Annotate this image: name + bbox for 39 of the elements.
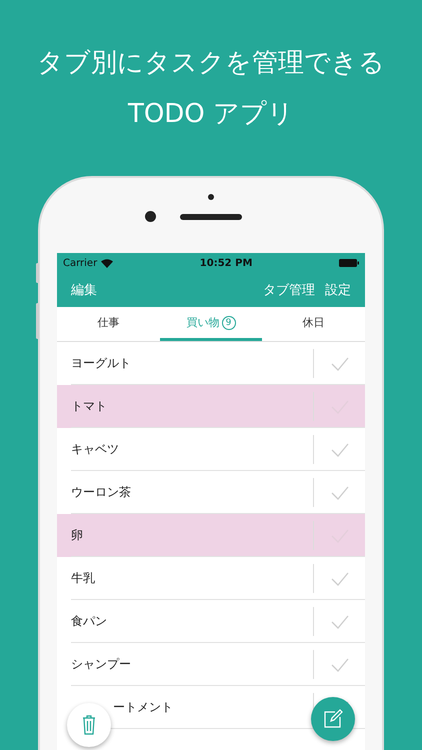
task-text: シャンプー [70, 656, 132, 673]
task-text: ヨーグルト [70, 355, 132, 372]
check-icon[interactable] [331, 572, 349, 586]
task-text: キャベツ [70, 441, 120, 458]
trash-icon [82, 715, 96, 735]
compose-button[interactable] [311, 697, 355, 741]
task-row[interactable]: 卵 [57, 514, 365, 557]
wifi-icon [101, 258, 114, 268]
check-icon[interactable] [331, 486, 349, 500]
check-icon[interactable] [331, 614, 349, 628]
task-text: 食パン [70, 613, 108, 630]
carrier-label: Carrier [63, 258, 98, 268]
headline: タブ別にタスクを管理できる [37, 48, 385, 79]
check-icon[interactable] [331, 658, 349, 672]
task-row[interactable]: シャンプー [57, 643, 365, 686]
trash-button[interactable] [67, 703, 111, 747]
tab[interactable]: 休日 [262, 307, 365, 341]
task-row[interactable]: ートメント [57, 686, 365, 729]
camera-icon [145, 211, 156, 222]
task-row[interactable]: ヨーグルト [57, 342, 365, 385]
speaker-icon [180, 214, 242, 220]
task-row[interactable]: 牛乳 [57, 557, 365, 600]
task-row[interactable]: トマト [57, 385, 365, 428]
check-icon[interactable] [331, 442, 349, 456]
task-text: トマト [70, 398, 108, 415]
task-text: ウーロン茶 [70, 484, 132, 501]
headline: TODO アプリ [128, 99, 294, 130]
task-row[interactable]: ウーロン茶 [57, 471, 365, 514]
task-text: ートメント [112, 699, 174, 716]
task-text: 卵 [70, 527, 84, 544]
tab[interactable]: 仕事 [57, 307, 160, 341]
check-icon[interactable] [331, 356, 349, 370]
status-time: 10:52 PM [200, 258, 252, 268]
sensor-icon [208, 194, 214, 200]
task-row[interactable]: 食パン [57, 600, 365, 643]
battery-icon [338, 259, 359, 267]
count-badge: 9 [222, 316, 236, 330]
task-text: 牛乳 [70, 570, 96, 587]
task-row[interactable]: キャベツ [57, 428, 365, 471]
